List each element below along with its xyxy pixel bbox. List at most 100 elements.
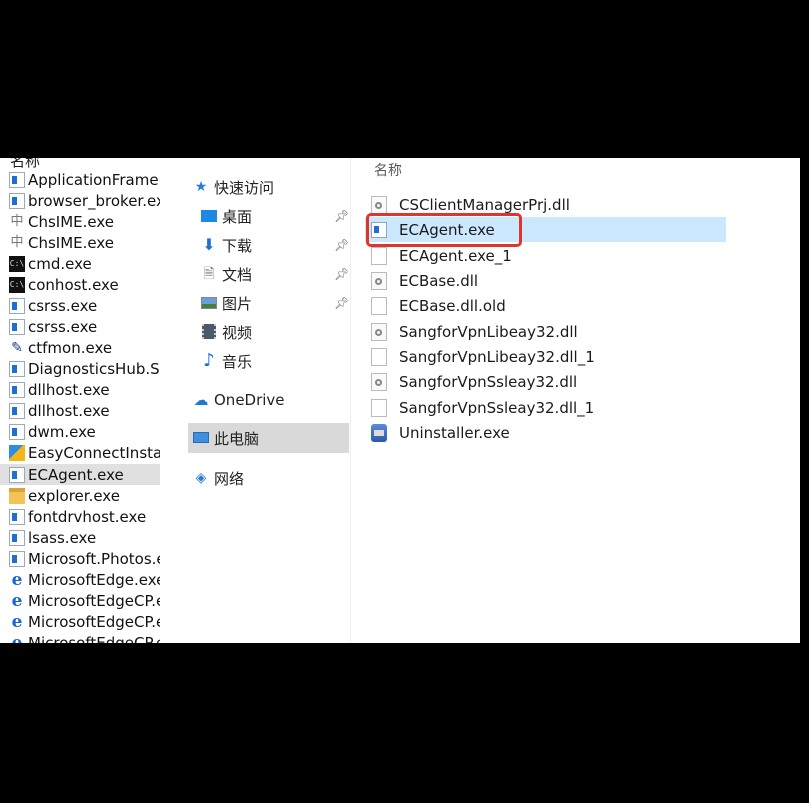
process-row[interactable]: dllhost.exe bbox=[0, 379, 160, 400]
file-row[interactable]: Uninstaller.exe bbox=[371, 420, 510, 445]
nav-label: 快速访问 bbox=[214, 178, 275, 197]
app-window-icon bbox=[9, 402, 25, 419]
process-name: fontdrvhost.exe bbox=[28, 507, 147, 526]
process-row[interactable]: ApplicationFrameH bbox=[0, 169, 160, 190]
process-row[interactable]: EasyConnectInstalle bbox=[0, 442, 160, 463]
app-window-icon bbox=[9, 550, 25, 567]
process-row[interactable]: e MicrosoftEdgeCP.e bbox=[0, 611, 160, 632]
nav-documents[interactable]: 🗎 文档 bbox=[200, 259, 252, 289]
nav-desktop[interactable]: 桌面 bbox=[200, 201, 252, 231]
process-name: dllhost.exe bbox=[28, 401, 110, 420]
pin-icon[interactable]: 📌︎ bbox=[334, 296, 349, 310]
nav-this-pc[interactable]: 此电脑 bbox=[188, 423, 349, 453]
process-name: ECAgent.exe bbox=[28, 465, 124, 484]
file-row[interactable]: ECBase.dll bbox=[371, 268, 478, 293]
file-name: SangforVpnLibeay32.dll_1 bbox=[399, 347, 595, 366]
process-name: browser_broker.exe bbox=[28, 191, 160, 210]
process-row[interactable]: dwm.exe bbox=[0, 421, 160, 442]
nav-label: 网络 bbox=[214, 469, 245, 488]
nav-label: 视频 bbox=[222, 323, 253, 342]
dll-icon bbox=[371, 271, 387, 290]
process-name: csrss.exe bbox=[28, 317, 98, 336]
desktop-icon bbox=[200, 208, 218, 224]
nav-network[interactable]: ◈ 网络 bbox=[192, 463, 244, 493]
process-row[interactable]: fontdrvhost.exe bbox=[0, 506, 160, 527]
app-window-icon bbox=[9, 192, 25, 209]
dll-icon bbox=[371, 372, 387, 391]
process-row[interactable]: e MicrosoftEdge.exe bbox=[0, 569, 160, 590]
nav-label: OneDrive bbox=[214, 391, 285, 409]
process-name: MicrosoftEdgeCP.e bbox=[28, 633, 160, 644]
process-name: ctfmon.exe bbox=[28, 338, 113, 357]
file-name: CSClientManagerPrj.dll bbox=[399, 195, 570, 214]
process-row[interactable]: csrss.exe bbox=[0, 295, 160, 316]
process-row[interactable]: dllhost.exe bbox=[0, 400, 160, 421]
process-name: DiagnosticsHub.Sta bbox=[28, 359, 160, 378]
edge-icon: e bbox=[11, 569, 23, 590]
process-row[interactable]: 中 ChsIME.exe bbox=[0, 211, 160, 232]
name-column-header[interactable]: 名称 bbox=[374, 160, 402, 180]
process-name: Microsoft.Photos.ex bbox=[28, 549, 160, 568]
process-row[interactable]: DiagnosticsHub.Sta bbox=[0, 358, 160, 379]
ime-icon: 中 bbox=[10, 234, 24, 250]
pen-icon: ✎ bbox=[11, 339, 23, 356]
document-icon: 🗎 bbox=[203, 266, 215, 282]
app-window-icon bbox=[9, 529, 25, 546]
process-row[interactable]: explorer.exe bbox=[0, 485, 160, 506]
process-row[interactable]: lsass.exe bbox=[0, 527, 160, 548]
process-list: 名称 ApplicationFrameH browser_broker.exe … bbox=[0, 158, 160, 643]
process-name: lsass.exe bbox=[28, 528, 97, 547]
console-icon: C:\ bbox=[9, 276, 25, 293]
file-name: ECAgent.exe_1 bbox=[399, 246, 512, 265]
file-row[interactable]: SangforVpnSsleay32.dll bbox=[371, 369, 577, 394]
file-name: SangforVpnSsleay32.dll_1 bbox=[399, 398, 595, 417]
process-row[interactable]: browser_broker.exe bbox=[0, 190, 160, 211]
process-name: dwm.exe bbox=[28, 422, 96, 441]
nav-label: 音乐 bbox=[222, 352, 253, 371]
navigation-pane: ★ 快速访问 桌面 📌︎ ⬇ 下载 📌︎ 🗎 文档 📌︎ 图片 📌︎ 视频 ♪ bbox=[160, 158, 351, 643]
process-row-selected[interactable]: ECAgent.exe bbox=[0, 464, 160, 485]
process-name: MicrosoftEdge.exe bbox=[28, 570, 160, 589]
file-row[interactable]: SangforVpnSsleay32.dll_1 bbox=[371, 395, 594, 420]
process-row[interactable]: 中 ChsIME.exe bbox=[0, 232, 160, 253]
app-window-icon bbox=[9, 171, 25, 188]
dll-icon bbox=[371, 322, 387, 341]
ime-icon: 中 bbox=[10, 213, 24, 229]
nav-downloads[interactable]: ⬇ 下载 bbox=[200, 230, 252, 260]
folder-icon bbox=[9, 487, 25, 504]
pin-icon[interactable]: 📌︎ bbox=[334, 267, 349, 281]
process-name: cmd.exe bbox=[28, 254, 92, 273]
nav-quick-access[interactable]: ★ 快速访问 bbox=[192, 172, 274, 202]
computer-icon bbox=[192, 430, 210, 446]
edge-icon: e bbox=[11, 632, 23, 643]
process-row[interactable]: csrss.exe bbox=[0, 316, 160, 337]
nav-pictures[interactable]: 图片 bbox=[200, 288, 252, 318]
nav-label: 图片 bbox=[222, 294, 253, 313]
process-row[interactable]: e MicrosoftEdgeCP.e bbox=[0, 590, 160, 611]
process-name: ChsIME.exe bbox=[28, 233, 115, 252]
pin-icon[interactable]: 📌︎ bbox=[334, 238, 349, 252]
pin-icon[interactable]: 📌︎ bbox=[334, 209, 349, 223]
file-name: SangforVpnLibeay32.dll bbox=[399, 322, 578, 341]
nav-onedrive[interactable]: ☁ OneDrive bbox=[192, 385, 285, 415]
process-row[interactable]: C:\ conhost.exe bbox=[0, 274, 160, 295]
nav-music[interactable]: ♪ 音乐 bbox=[200, 346, 252, 376]
app-window-icon bbox=[9, 318, 25, 335]
file-name: Uninstaller.exe bbox=[399, 423, 510, 442]
file-row[interactable]: ECBase.dll.old bbox=[371, 293, 506, 318]
process-name: MicrosoftEdgeCP.e bbox=[28, 612, 160, 631]
process-row[interactable]: C:\ cmd.exe bbox=[0, 253, 160, 274]
file-row[interactable]: SangforVpnLibeay32.dll bbox=[371, 319, 578, 344]
app-window-icon bbox=[9, 466, 25, 483]
process-row[interactable]: e MicrosoftEdgeCP.e bbox=[0, 632, 160, 644]
app-window-icon bbox=[9, 508, 25, 525]
nav-videos[interactable]: 视频 bbox=[200, 317, 252, 347]
process-row[interactable]: Microsoft.Photos.ex bbox=[0, 548, 160, 569]
highlight-box bbox=[366, 213, 522, 247]
picture-icon bbox=[200, 295, 218, 311]
app-window-icon bbox=[9, 360, 25, 377]
nav-label: 此电脑 bbox=[214, 429, 260, 448]
process-row[interactable]: ✎ ctfmon.exe bbox=[0, 337, 160, 358]
process-name: conhost.exe bbox=[28, 275, 119, 294]
file-row[interactable]: SangforVpnLibeay32.dll_1 bbox=[371, 344, 595, 369]
